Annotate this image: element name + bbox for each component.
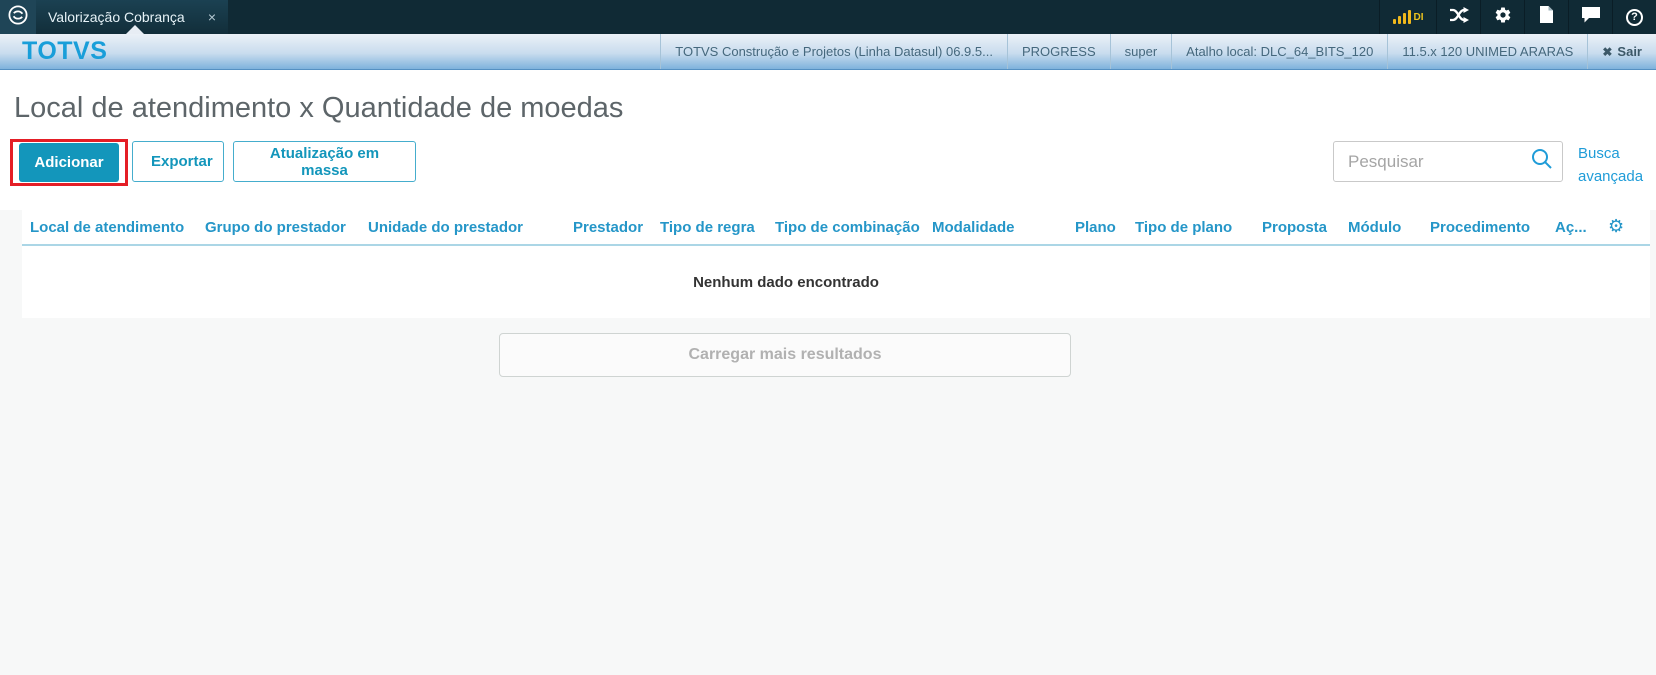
di-badge: DI xyxy=(1413,11,1424,23)
help-icon: ? xyxy=(1626,8,1643,26)
export-button[interactable]: Exportar xyxy=(132,141,224,182)
shuffle-icon xyxy=(1449,6,1469,28)
help-button[interactable]: ? xyxy=(1612,0,1656,34)
column-settings-gear-icon[interactable]: ⚙ xyxy=(1608,218,1624,236)
logout-label: Sair xyxy=(1617,44,1642,59)
totvs-logo-icon xyxy=(7,4,29,31)
shuffle-button[interactable] xyxy=(1436,0,1480,34)
column-header-procedimento[interactable]: Procedimento xyxy=(1430,219,1555,236)
search-button[interactable] xyxy=(1522,147,1562,176)
logout-button[interactable]: ✖ Sair xyxy=(1587,34,1656,69)
column-header-modulo[interactable]: Módulo xyxy=(1348,219,1430,236)
column-header-proposta[interactable]: Proposta xyxy=(1262,219,1348,236)
connection-status-button[interactable]: DI xyxy=(1379,0,1436,34)
load-more-button[interactable]: Carregar mais resultados xyxy=(499,333,1071,377)
page-content: Local de atendimento x Quantidade de moe… xyxy=(0,70,1656,210)
page-title: Local de atendimento x Quantidade de moe… xyxy=(14,92,624,124)
settings-button[interactable] xyxy=(1480,0,1524,34)
column-header-modalidade[interactable]: Modalidade xyxy=(932,219,1075,236)
shortcut-label: Atalho local: DLC_64_BITS_120 xyxy=(1171,34,1387,69)
app-header: TOTVS TOTVS Construção e Projetos (Linha… xyxy=(0,34,1656,70)
column-header-prestador[interactable]: Prestador xyxy=(573,219,660,236)
empty-state-message: Nenhum dado encontrado xyxy=(693,273,879,291)
bulk-update-button[interactable]: Atualização em massa xyxy=(233,141,416,182)
advanced-search-link[interactable]: Busca avançada xyxy=(1578,142,1648,188)
topbar-icon-group: DI ? xyxy=(1379,0,1656,34)
gear-icon xyxy=(1494,6,1512,29)
user-label: super xyxy=(1109,34,1172,69)
search-box xyxy=(1333,141,1563,182)
totvs-logo-button[interactable] xyxy=(0,0,36,34)
active-tab-notch xyxy=(126,25,144,34)
table-header-row: Local de atendimento Grupo do prestador … xyxy=(22,210,1650,246)
environment-label: TOTVS Construção e Projetos (Linha Datas… xyxy=(660,34,1007,69)
app-header-spacer xyxy=(107,34,660,69)
annotation-highlight-box: Adicionar xyxy=(10,139,128,186)
search-icon xyxy=(1530,147,1554,176)
add-button[interactable]: Adicionar xyxy=(19,143,119,182)
logout-x-icon: ✖ xyxy=(1602,44,1613,59)
database-label: PROGRESS xyxy=(1006,34,1110,69)
document-icon xyxy=(1539,5,1554,29)
search-input[interactable] xyxy=(1334,151,1522,172)
column-header-tipo-combinacao[interactable]: Tipo de combinação xyxy=(775,219,932,236)
results-table: Local de atendimento Grupo do prestador … xyxy=(22,210,1650,318)
column-header-plano[interactable]: Plano xyxy=(1075,219,1135,236)
version-company-label: 11.5.x 120 UNIMED ARARAS xyxy=(1387,34,1587,69)
column-header-tipo-regra[interactable]: Tipo de regra xyxy=(660,219,775,236)
top-tab-bar: Valorização Cobrança × DI ? xyxy=(0,0,1656,34)
column-header-grupo-prestador[interactable]: Grupo do prestador xyxy=(205,219,368,236)
tab-close-icon[interactable]: × xyxy=(208,10,216,24)
brand-title: TOTVS xyxy=(22,37,108,65)
column-header-local-atendimento[interactable]: Local de atendimento xyxy=(30,219,205,236)
column-header-acoes[interactable]: Aç... xyxy=(1555,219,1608,236)
column-header-unidade-prestador[interactable]: Unidade do prestador xyxy=(368,219,573,236)
chat-icon xyxy=(1581,6,1601,28)
signal-bars-icon xyxy=(1392,10,1411,24)
tab-label: Valorização Cobrança xyxy=(48,9,185,25)
chat-button[interactable] xyxy=(1568,0,1612,34)
column-header-tipo-plano[interactable]: Tipo de plano xyxy=(1135,219,1262,236)
list-section: Local de atendimento Grupo do prestador … xyxy=(0,210,1656,675)
empty-state-row: Nenhum dado encontrado xyxy=(22,246,1650,318)
document-button[interactable] xyxy=(1524,0,1568,34)
